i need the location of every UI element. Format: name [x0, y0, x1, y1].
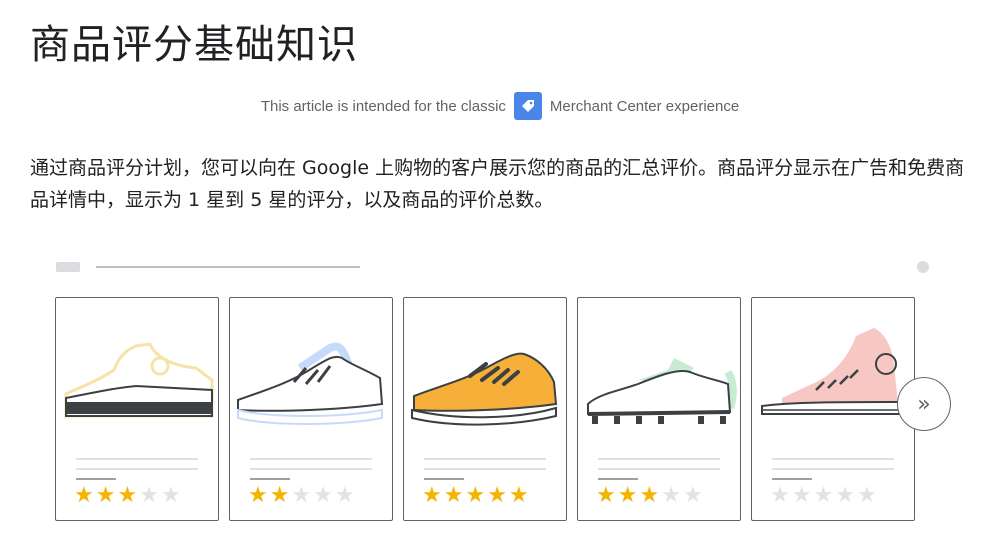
product-card: ★ ★ ★ ★ ★	[751, 297, 915, 521]
text-placeholder-line	[598, 458, 720, 460]
cleat-icon	[587, 358, 737, 424]
illustration-header-line	[96, 266, 360, 268]
carousel-next-button[interactable]: »	[897, 377, 951, 431]
star-icon: ★	[770, 483, 790, 508]
text-placeholder-line	[250, 478, 290, 480]
double-chevron-right-icon: »	[917, 391, 931, 417]
text-placeholder-line	[424, 458, 546, 460]
star-rating: ★ ★ ★ ★ ★	[422, 485, 529, 507]
star-icon: ★	[661, 483, 681, 508]
star-icon: ★	[139, 483, 159, 508]
star-icon: ★	[682, 483, 703, 508]
text-placeholder-line	[424, 478, 464, 480]
text-placeholder-line	[250, 458, 372, 460]
star-icon: ★	[596, 483, 616, 508]
star-icon: ★	[422, 483, 442, 508]
text-placeholder-line	[76, 478, 116, 480]
product-card: ★ ★ ★ ★ ★	[229, 297, 393, 521]
star-rating: ★ ★ ★ ★ ★	[596, 485, 703, 507]
star-icon: ★	[160, 483, 181, 508]
star-icon: ★	[617, 483, 638, 508]
star-icon: ★	[269, 483, 290, 508]
star-icon: ★	[508, 483, 529, 508]
star-icon: ★	[74, 483, 94, 508]
star-icon: ★	[835, 483, 855, 508]
text-placeholder-line	[76, 468, 198, 470]
product-card: ★ ★ ★ ★ ★	[577, 297, 741, 521]
product-ratings-illustration: ★ ★ ★ ★ ★ ★ ★ ★ ★ ★ ★ ★ ★ ★ ★ ★ ★ ★ ★ ★ …	[0, 250, 1000, 547]
orange-shoe-icon	[411, 352, 558, 426]
text-placeholder-line	[772, 478, 812, 480]
star-rating: ★ ★ ★ ★ ★	[770, 485, 877, 507]
star-icon: ★	[639, 483, 660, 508]
star-icon: ★	[291, 483, 312, 508]
sneaker-icon	[64, 342, 214, 418]
running-shoe-icon	[237, 342, 384, 425]
text-placeholder-line	[772, 468, 894, 470]
product-card: ★ ★ ★ ★ ★	[403, 297, 567, 521]
star-rating: ★ ★ ★ ★ ★	[74, 485, 181, 507]
product-card: ★ ★ ★ ★ ★	[55, 297, 219, 521]
star-icon: ★	[856, 483, 877, 508]
star-icon: ★	[443, 483, 464, 508]
star-icon: ★	[334, 483, 355, 508]
text-placeholder-line	[76, 458, 198, 460]
star-icon: ★	[465, 483, 486, 508]
merchant-center-tag-icon	[513, 92, 542, 120]
star-icon: ★	[117, 483, 138, 508]
notice-link-text[interactable]: Merchant Center experience	[550, 98, 739, 115]
text-placeholder-line	[424, 468, 546, 470]
star-icon: ★	[791, 483, 812, 508]
star-icon: ★	[95, 483, 116, 508]
text-placeholder-line	[772, 458, 894, 460]
text-placeholder-line	[598, 478, 638, 480]
star-rating: ★ ★ ★ ★ ★	[248, 485, 355, 507]
text-placeholder-line	[598, 468, 720, 470]
star-icon: ★	[487, 483, 507, 508]
text-placeholder-line	[250, 468, 372, 470]
illustration-header-dot	[917, 261, 929, 273]
star-icon: ★	[313, 483, 333, 508]
product-cards: ★ ★ ★ ★ ★ ★ ★ ★ ★ ★ ★ ★ ★ ★ ★ ★ ★ ★ ★ ★ …	[55, 297, 915, 521]
high-top-icon	[761, 328, 901, 415]
star-icon: ★	[813, 483, 834, 508]
intro-paragraph: 通过商品评分计划，您可以向在 Google 上购物的客户展示您的商品的汇总评价。…	[30, 157, 965, 211]
illustration-header-block	[56, 262, 80, 272]
star-icon: ★	[248, 483, 268, 508]
classic-experience-notice: This article is intended for the classic…	[0, 92, 1000, 120]
notice-prefix-text: This article is intended for the classic	[260, 97, 506, 115]
page-title: 商品评分基础知识	[30, 22, 358, 68]
